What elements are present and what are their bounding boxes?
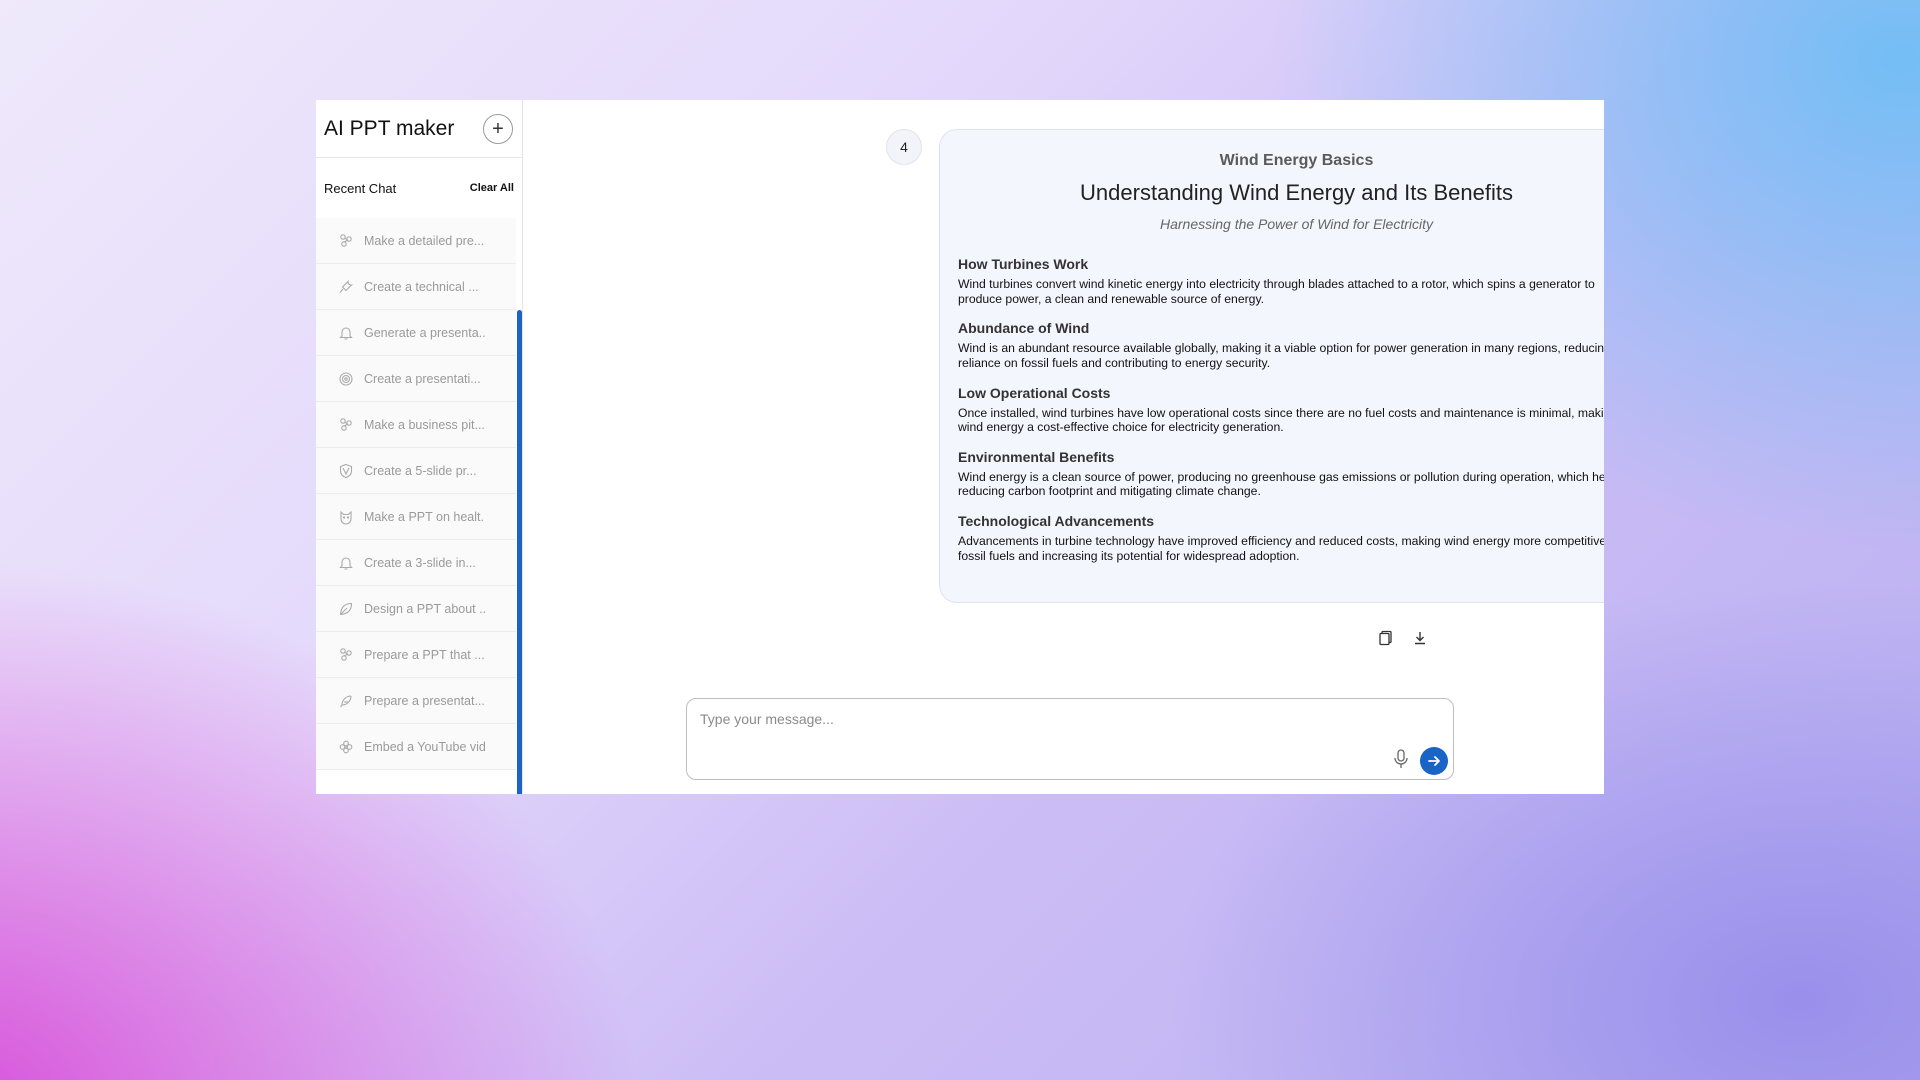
chat-item-label: Make a detailed pre...	[364, 233, 485, 248]
sidebar-chat-item[interactable]: Make a business pit...	[316, 402, 516, 448]
sidebar: AI PPT maker + Recent Chat Clear All Mak…	[316, 100, 523, 794]
section-body: Once installed, wind turbines have low o…	[958, 405, 1604, 435]
sidebar-chat-item[interactable]: Prepare a PPT that ...	[316, 632, 516, 678]
chat-item-label: Generate a presenta..	[364, 325, 486, 340]
shield-icon	[338, 463, 354, 479]
cluster-icon	[338, 417, 354, 433]
section-heading: Low Operational Costs	[958, 384, 1111, 401]
sidebar-chat-item[interactable]: Prepare a presentat...	[316, 678, 516, 724]
copy-icon	[1379, 630, 1392, 646]
message-actions	[1378, 630, 1428, 646]
recent-chat-label: Recent Chat	[324, 180, 397, 196]
flower-icon	[338, 739, 354, 755]
message-number-badge: 4	[886, 129, 922, 165]
recent-chat-header: Recent Chat Clear All	[316, 158, 522, 218]
section-body: Advancements in turbine technology have …	[958, 534, 1604, 563]
cluster-icon	[338, 647, 354, 663]
mic-button[interactable]	[1392, 749, 1410, 769]
app-title: AI PPT maker	[324, 116, 455, 140]
send-arrow-icon	[1428, 756, 1440, 766]
sidebar-chat-item[interactable]: Generate a presenta..	[316, 310, 516, 356]
slide-section: How Turbines Work Wind turbines convert w…	[958, 256, 1604, 306]
recent-chat-list: Make a detailed pre... Create a technical…	[316, 218, 522, 770]
sidebar-chat-item[interactable]: Create a technical ...	[316, 264, 516, 310]
slide-section: Low Operational Costs Once installed, win…	[958, 385, 1604, 435]
sidebar-scrollbar[interactable]	[517, 310, 522, 794]
copy-button[interactable]	[1378, 630, 1394, 646]
sidebar-header: AI PPT maker +	[316, 100, 522, 158]
chat-item-label: Make a business pit...	[364, 417, 485, 432]
sidebar-chat-item[interactable]: Make a PPT on healt.	[316, 494, 516, 540]
slide-sections: How Turbines Work Wind turbines convert w…	[958, 256, 1604, 563]
section-heading: Environmental Benefits	[958, 448, 1115, 465]
slide-topic: Wind Energy Basics	[1219, 152, 1374, 169]
spiral-icon	[338, 371, 354, 387]
slide-section: Abundance of Wind Wind is an abundant res…	[958, 320, 1604, 370]
chat-item-label: Embed a YouTube vid	[364, 739, 486, 754]
section-body: Wind is an abundant resource available g…	[958, 341, 1604, 370]
section-heading: Abundance of Wind	[958, 320, 1090, 337]
slide-section: Environmental Benefits Wind energy is a c…	[958, 449, 1604, 499]
chat-item-label: Prepare a presentat...	[364, 693, 485, 708]
chat-main: 4 Wind Energy Basics Understanding Wind …	[523, 100, 1604, 794]
download-button[interactable]	[1412, 630, 1428, 646]
section-body: Wind energy is a clean source of power, …	[958, 469, 1604, 499]
slide-card: Wind Energy Basics Understanding Wind En…	[939, 129, 1604, 603]
chat-item-label: Create a technical ...	[364, 279, 479, 294]
chat-item-label: Prepare a PPT that ...	[364, 647, 485, 662]
new-chat-button[interactable]: +	[483, 114, 513, 144]
sidebar-chat-item[interactable]: Design a PPT about ..	[316, 586, 516, 632]
section-heading: How Turbines Work	[958, 256, 1089, 272]
mic-icon	[1394, 749, 1408, 768]
bell-icon	[338, 555, 354, 571]
bell-icon	[338, 325, 354, 341]
slide-subtitle: Harnessing the Power of Wind for Electri…	[1160, 216, 1433, 232]
wrench-icon	[338, 279, 354, 295]
message-input[interactable]	[687, 699, 1453, 749]
chat-item-label: Create a presentati...	[364, 371, 481, 386]
slide-title: Understanding Wind Energy and Its Benefi…	[1080, 180, 1513, 205]
sidebar-chat-item[interactable]: Create a presentati...	[316, 356, 516, 402]
chat-item-label: Create a 3-slide in...	[364, 555, 476, 570]
cat-icon	[338, 509, 354, 525]
slide-section: Technological Advancements Advancements i…	[958, 513, 1604, 563]
section-heading: Technological Advancements	[958, 513, 1155, 530]
leaf-icon	[338, 601, 354, 617]
sidebar-chat-item[interactable]: Create a 5-slide pr...	[316, 448, 516, 494]
chat-item-label: Design a PPT about ..	[364, 601, 487, 616]
clear-all-button[interactable]: Clear All	[470, 182, 514, 194]
plus-icon: +	[492, 118, 504, 140]
sidebar-chat-item[interactable]: Create a 3-slide in...	[316, 540, 516, 586]
section-body: Wind turbines convert wind kinetic energ…	[958, 277, 1595, 306]
feather-icon	[338, 693, 354, 709]
cluster-icon	[338, 233, 354, 249]
sidebar-chat-item[interactable]: Embed a YouTube vid	[316, 724, 516, 770]
send-button[interactable]	[1420, 747, 1448, 775]
sidebar-chat-item[interactable]: Make a detailed pre...	[316, 218, 516, 264]
download-icon	[1415, 632, 1425, 645]
app-window: AI PPT maker + Recent Chat Clear All Mak…	[316, 100, 1604, 794]
chat-item-label: Create a 5-slide pr...	[364, 463, 477, 478]
message-input-box	[686, 698, 1454, 780]
chat-item-label: Make a PPT on healt.	[364, 509, 484, 524]
